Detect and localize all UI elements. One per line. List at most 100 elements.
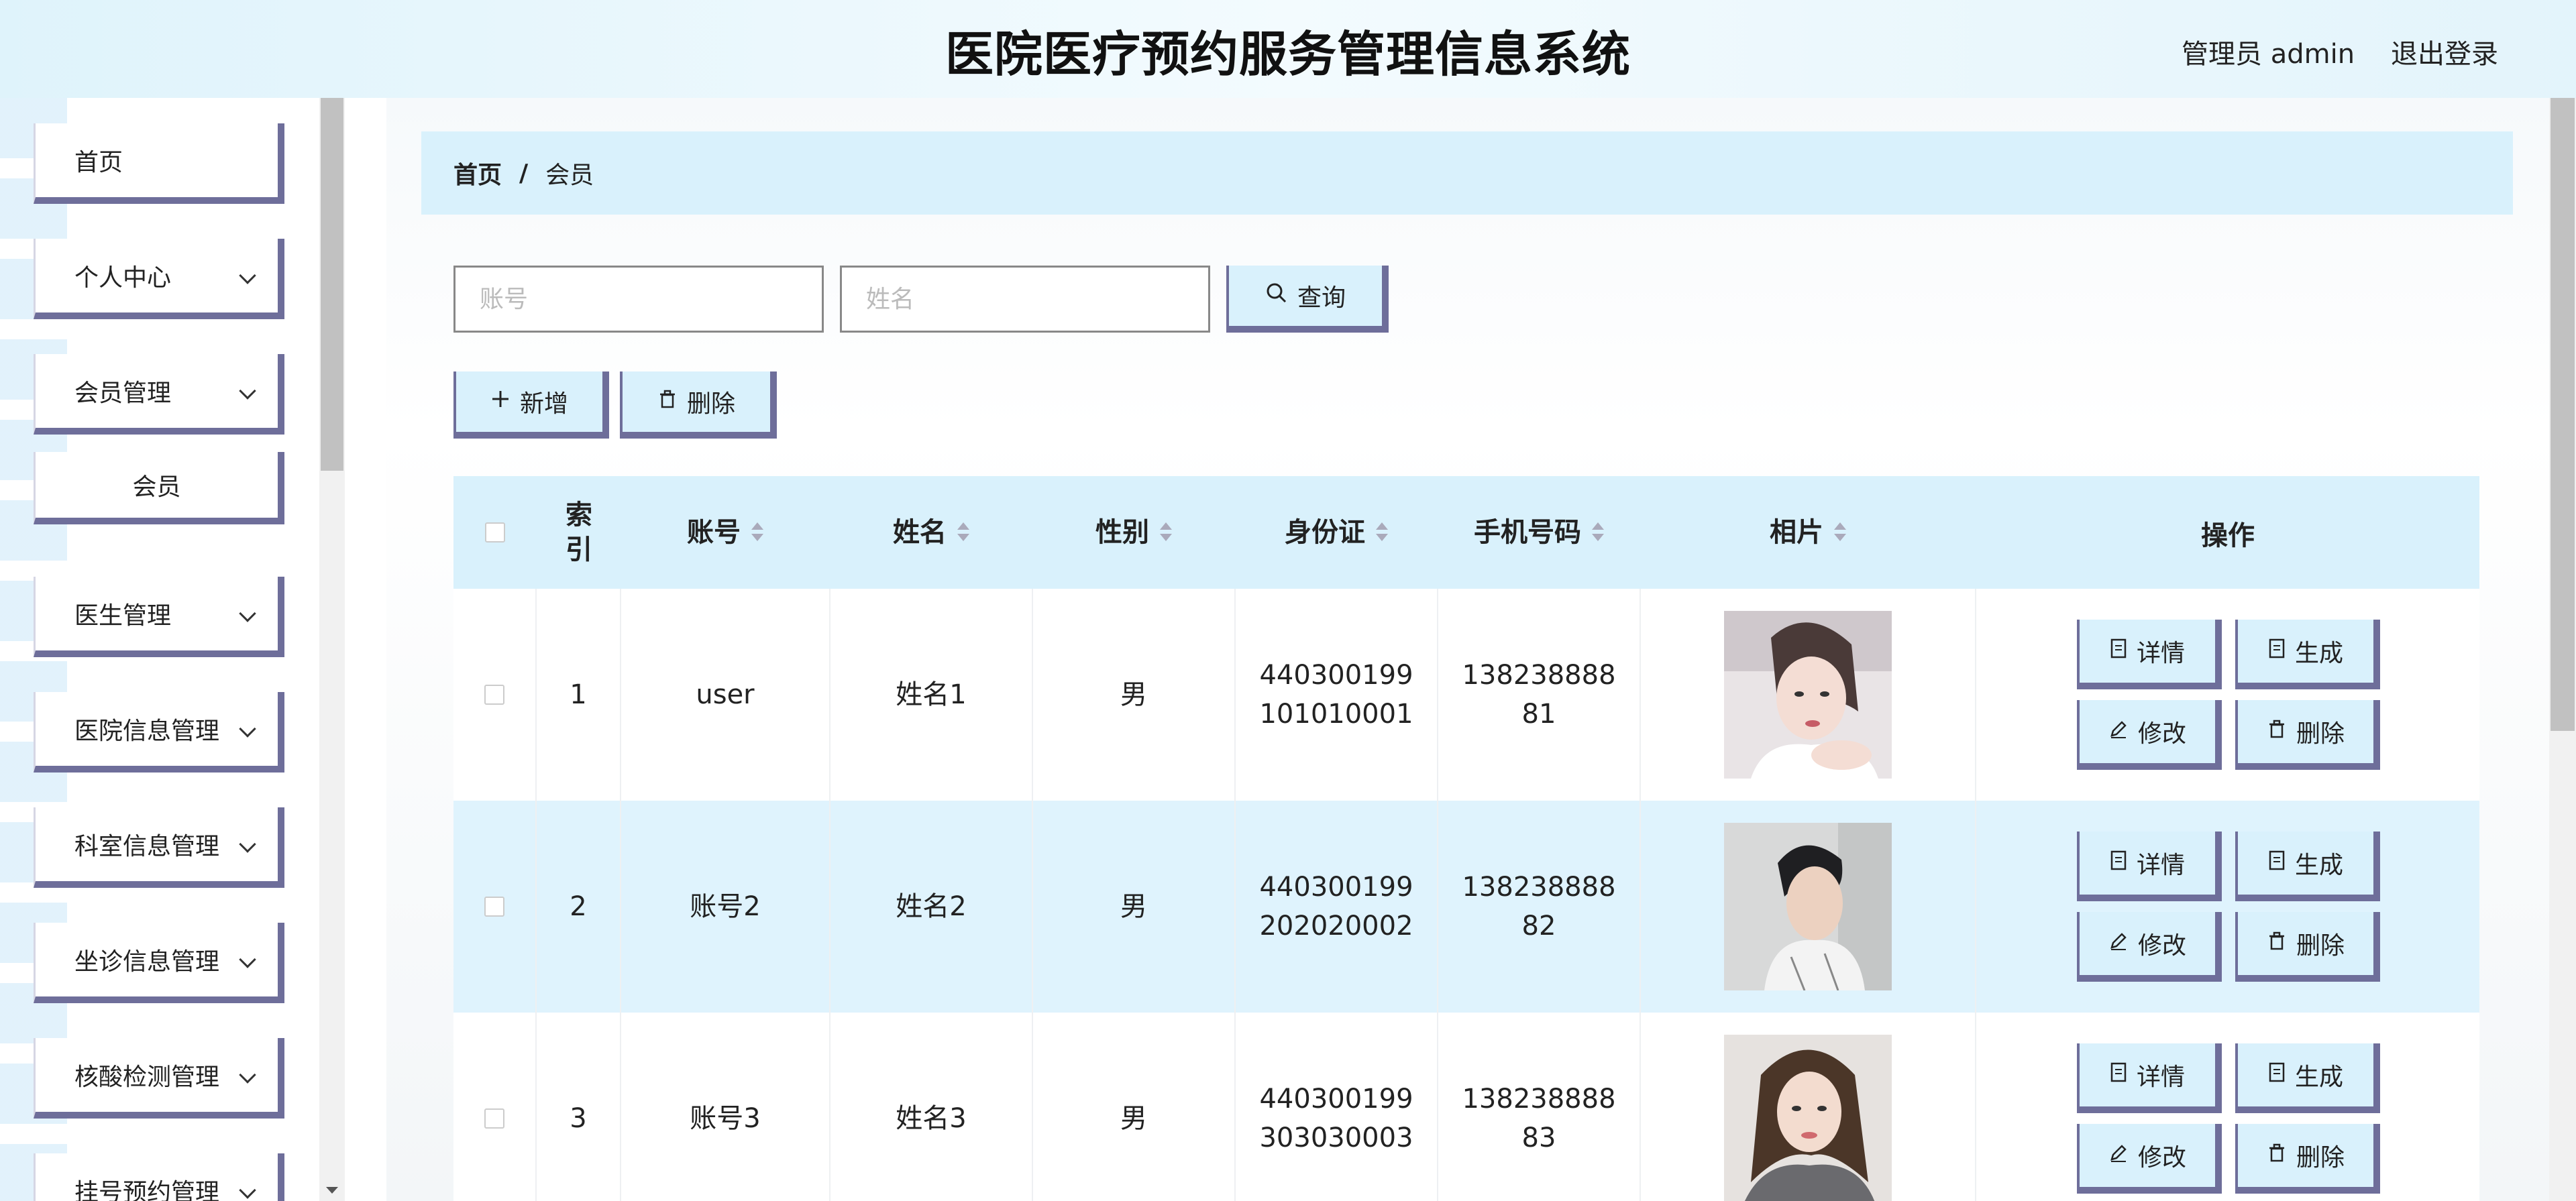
name-cell: 姓名3 [830, 1013, 1033, 1201]
sort-icon[interactable] [956, 520, 971, 545]
phone-cell: 13823888881 [1438, 589, 1641, 801]
sidebar-item-department-info[interactable]: 科室信息管理 [34, 807, 284, 888]
sort-icon[interactable] [1375, 520, 1389, 545]
batch-delete-button[interactable]: 删除 [620, 371, 777, 439]
sidebar-item-label: 医生管理 [74, 602, 172, 630]
edit-button-label: 修改 [2137, 1144, 2186, 1171]
trash-icon [2267, 718, 2287, 745]
photo-cell [1641, 589, 1976, 801]
select-all-checkbox[interactable] [485, 522, 505, 542]
document-icon [2110, 1062, 2127, 1088]
row-checkbox[interactable] [484, 897, 504, 917]
trash-icon [2267, 1142, 2287, 1169]
logout-link[interactable]: 退出登录 [2391, 32, 2498, 71]
delete-button[interactable]: 删除 [2235, 912, 2380, 982]
row-checkbox[interactable] [484, 1108, 504, 1129]
sort-icon[interactable] [1159, 520, 1173, 545]
sort-icon[interactable] [1833, 520, 1847, 545]
account-cell: 账号2 [621, 801, 830, 1013]
document-icon [2268, 638, 2286, 665]
column-header-account[interactable]: 账号 [621, 476, 830, 589]
account-cell: 账号3 [621, 1013, 830, 1201]
member-photo[interactable] [1724, 611, 1892, 779]
chevron-down-icon [239, 605, 256, 622]
generate-button-label: 生成 [2294, 1064, 2343, 1091]
breadcrumb-home[interactable]: 首页 [453, 156, 502, 190]
id-card-cell: 440300199202020002 [1236, 801, 1438, 1013]
sidebar-item-doctor-management[interactable]: 医生管理 [34, 577, 284, 657]
sidebar-item-label: 医院信息管理 [74, 718, 220, 745]
column-header-phone[interactable]: 手机号码 [1438, 476, 1641, 589]
edit-button-label: 修改 [2137, 932, 2186, 960]
breadcrumb-current: 会员 [545, 162, 594, 189]
generate-button-label: 生成 [2294, 852, 2343, 879]
edit-button[interactable]: 修改 [2077, 1124, 2222, 1194]
generate-button[interactable]: 生成 [2235, 1043, 2380, 1113]
member-photo[interactable] [1724, 823, 1892, 990]
chevron-down-icon [239, 1066, 256, 1084]
edit-button[interactable]: 修改 [2077, 700, 2222, 770]
delete-button[interactable]: 删除 [2235, 700, 2380, 770]
gender-cell: 男 [1033, 1013, 1236, 1201]
table-row: 3 账号3 姓名3 男 440300199303030003 138238888… [453, 1013, 2479, 1201]
delete-button[interactable]: 删除 [2235, 1124, 2380, 1194]
detail-button-label: 详情 [2136, 640, 2185, 667]
row-checkbox[interactable] [484, 685, 504, 705]
edit-button[interactable]: 修改 [2077, 912, 2222, 982]
query-button[interactable]: 查询 [1226, 266, 1389, 333]
detail-button[interactable]: 详情 [2077, 1043, 2222, 1113]
document-icon [2268, 850, 2286, 876]
sidebar-item-hospital-info[interactable]: 医院信息管理 [34, 692, 284, 773]
detail-button[interactable]: 详情 [2077, 832, 2222, 901]
pencil-icon [2108, 1142, 2129, 1169]
phone-cell: 13823888882 [1438, 801, 1641, 1013]
actions-cell: 详情 生成 修改 删除 [1976, 589, 2479, 801]
sidebar-scrollbar-thumb[interactable] [321, 98, 343, 471]
sidebar-subitem-member[interactable]: 会员 [34, 452, 284, 524]
gender-cell: 男 [1033, 801, 1236, 1013]
sidebar-item-member-management[interactable]: 会员管理 [34, 354, 284, 435]
sidebar-item-clinic-schedule[interactable]: 坐诊信息管理 [34, 923, 284, 1003]
index-cell: 3 [537, 1013, 621, 1201]
gender-cell: 男 [1033, 589, 1236, 801]
add-button[interactable]: 新增 [453, 371, 609, 439]
generate-button[interactable]: 生成 [2235, 620, 2380, 689]
account-cell: user [621, 589, 830, 801]
sidebar-item-label: 会员 [132, 473, 181, 501]
document-icon [2110, 638, 2127, 665]
row-select-cell [453, 589, 537, 801]
index-cell: 2 [537, 801, 621, 1013]
chevron-down-icon [239, 720, 256, 738]
pencil-icon [2108, 718, 2129, 745]
column-header-index: 索 引 [566, 500, 592, 565]
account-search-input[interactable] [453, 266, 824, 333]
sidebar-item-personal-center[interactable]: 个人中心 [34, 239, 284, 319]
id-card-cell: 440300199303030003 [1236, 1013, 1438, 1201]
scroll-down-arrow-icon[interactable] [326, 1187, 338, 1194]
sidebar-item-home[interactable]: 首页 [34, 123, 284, 204]
chevron-down-icon [239, 836, 256, 853]
column-header-gender[interactable]: 性别 [1033, 476, 1236, 589]
sidebar-item-nucleic-test[interactable]: 核酸检测管理 [34, 1038, 284, 1119]
main-scrollbar-thumb[interactable] [2551, 98, 2575, 731]
sidebar-item-label: 坐诊信息管理 [74, 948, 220, 976]
generate-button[interactable]: 生成 [2235, 832, 2380, 901]
chevron-down-icon [239, 382, 256, 400]
row-select-cell [453, 1013, 537, 1201]
sidebar-item-label: 个人中心 [74, 264, 172, 292]
search-icon [1265, 282, 1288, 310]
column-header-label: 相片 [1770, 517, 1823, 548]
select-all-cell [453, 476, 537, 589]
detail-button[interactable]: 详情 [2077, 620, 2222, 689]
member-photo[interactable] [1724, 1035, 1892, 1201]
sort-icon[interactable] [1591, 520, 1605, 545]
name-search-input[interactable] [840, 266, 1210, 333]
pencil-icon [2108, 930, 2129, 957]
photo-cell [1641, 1013, 1976, 1201]
column-header-id-card[interactable]: 身份证 [1236, 476, 1438, 589]
column-header-name[interactable]: 姓名 [830, 476, 1033, 589]
sidebar-item-appointment[interactable]: 挂号预约管理 [34, 1153, 284, 1201]
column-header-photo[interactable]: 相片 [1641, 476, 1976, 589]
sort-icon[interactable] [750, 520, 765, 545]
actions-cell: 详情 生成 修改 删除 [1976, 801, 2479, 1013]
